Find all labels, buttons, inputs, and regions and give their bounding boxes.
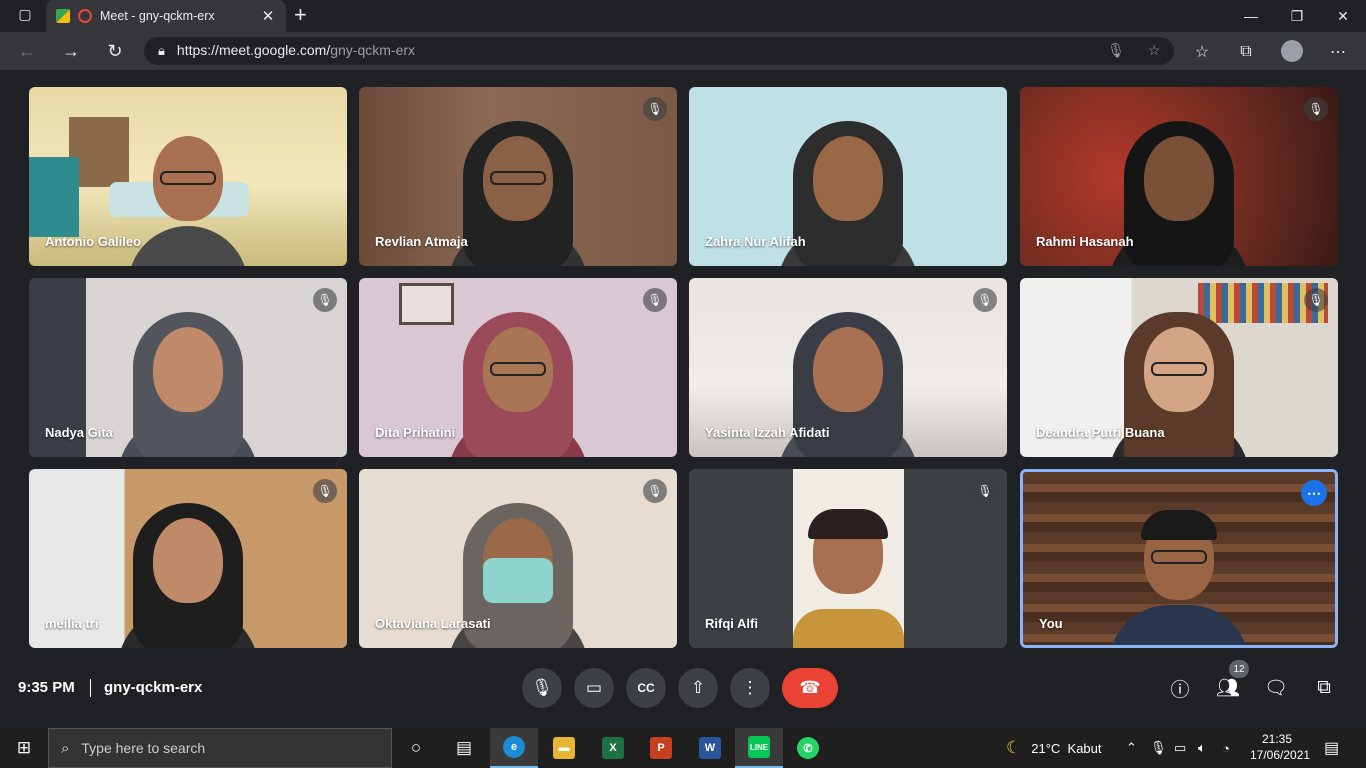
participant-tile[interactable]: 🎙︎ meilia tri: [29, 469, 347, 648]
windows-start-icon[interactable]: ⊞: [0, 728, 48, 768]
leave-call-icon[interactable]: ☎︎: [782, 668, 838, 708]
minimize-icon[interactable]: —: [1228, 0, 1274, 32]
participant-name: Revlian Atmaja: [375, 234, 468, 249]
microphone-icon[interactable]: 🎙︎: [1106, 42, 1126, 62]
captions-icon[interactable]: CC: [626, 668, 666, 708]
restore-icon[interactable]: ❐: [1274, 0, 1320, 32]
participant-name: Oktaviana Larasati: [375, 616, 491, 631]
new-tab-icon[interactable]: +: [294, 3, 307, 27]
present-screen-icon[interactable]: ⇧: [678, 668, 718, 708]
collections-icon[interactable]: ⧉: [1234, 40, 1258, 64]
settings-more-icon[interactable]: ⋯: [1326, 40, 1350, 64]
people-icon[interactable]: 👥︎: [1214, 674, 1242, 702]
participant-name: Rahmi Hasanah: [1036, 234, 1134, 249]
favorites-icon[interactable]: ☆: [1190, 40, 1214, 64]
participant-name: Deandra Putri Buana: [1036, 425, 1165, 440]
participant-tile[interactable]: Antonio Galileo: [29, 87, 347, 266]
browser-tab-bar: ▢ Meet - gny-qckm-erx ✕ + — ❐ ✕: [0, 0, 1366, 32]
participant-name: You: [1039, 616, 1063, 631]
participant-name: Dita Prihatini: [375, 425, 456, 440]
camera-toggle-icon[interactable]: ▭: [574, 668, 614, 708]
participant-tile[interactable]: 🎙︎ Rifqi Alfi: [689, 469, 1007, 648]
word-icon[interactable]: W: [686, 728, 734, 768]
participant-tile[interactable]: 🎙︎ Revlian Atmaja: [359, 87, 677, 266]
add-favorite-icon[interactable]: ☆: [1144, 42, 1164, 62]
back-icon[interactable]: ←: [14, 38, 40, 64]
tab-title: Meet - gny-qckm-erx: [100, 9, 215, 23]
file-explorer-icon[interactable]: ▬: [540, 728, 588, 768]
notifications-icon[interactable]: ▤: [1324, 728, 1339, 768]
muted-mic-icon: 🎙︎: [643, 288, 667, 312]
whatsapp-icon[interactable]: ✆: [784, 728, 832, 768]
more-options-icon[interactable]: ⋯: [1301, 480, 1327, 506]
recording-icon: [78, 9, 92, 23]
clock-time: 21:35: [1261, 732, 1293, 746]
muted-mic-icon: 🎙︎: [313, 288, 337, 312]
task-view-icon[interactable]: ▤: [440, 728, 488, 768]
edge-app-icon[interactable]: e: [490, 728, 538, 768]
close-window-icon[interactable]: ✕: [1320, 0, 1366, 32]
profile-avatar[interactable]: [1281, 40, 1303, 62]
chevron-up-icon[interactable]: ⌃: [1126, 728, 1137, 768]
volume-icon[interactable]: 🔈︎: [1198, 728, 1206, 768]
microphone-tray-icon[interactable]: 🎙︎: [1150, 728, 1167, 768]
participant-name: Rifqi Alfi: [705, 616, 758, 631]
line-app-icon[interactable]: LINE: [735, 728, 783, 768]
weather-text: 21°C Kabut: [1031, 740, 1102, 756]
chat-icon[interactable]: 🗨︎: [1262, 674, 1290, 702]
muted-mic-icon: 🎙︎: [973, 479, 997, 503]
participant-name: Antonio Galileo: [45, 234, 142, 249]
system-clock[interactable]: 21:35 17/06/2021: [1250, 731, 1311, 763]
meeting-controls-bar: 9:35 PM gny-qckm-erx 🎙︎ ▭ CC ⇧ ⋮ ☎︎ ⓘ 👥︎…: [0, 660, 1366, 728]
muted-mic-icon: 🎙︎: [643, 479, 667, 503]
self-tile[interactable]: ⋯ You: [1020, 469, 1338, 648]
windows-taskbar: ⊞ ⌕ Type here to search ○ ▤ e ▬ X P W LI…: [0, 728, 1366, 768]
search-icon: ⌕: [61, 739, 70, 757]
microphone-toggle-icon[interactable]: 🎙︎: [522, 668, 562, 708]
meeting-code: gny-qckm-erx: [104, 679, 203, 696]
participant-tile[interactable]: 🎙︎ Rahmi Hasanah: [1020, 87, 1338, 266]
muted-mic-icon: 🎙︎: [973, 288, 997, 312]
meeting-clock: 9:35 PM: [18, 679, 75, 696]
muted-mic-icon: 🎙︎: [643, 97, 667, 121]
lock-icon: 🔒︎: [158, 43, 165, 58]
excel-icon[interactable]: X: [589, 728, 637, 768]
participant-tile[interactable]: 🎙︎ Nadya Gita: [29, 278, 347, 457]
participant-tile[interactable]: 🎙︎ Oktaviana Larasati: [359, 469, 677, 648]
close-tab-icon[interactable]: ✕: [260, 7, 276, 25]
forward-icon[interactable]: →: [58, 38, 84, 64]
muted-mic-icon: 🎙︎: [1304, 288, 1328, 312]
more-options-icon[interactable]: ⋮: [730, 668, 770, 708]
muted-mic-icon: 🎙︎: [1304, 97, 1328, 121]
participant-name: Nadya Gita: [45, 425, 113, 440]
tab-actions-icon[interactable]: ▢: [14, 6, 36, 26]
divider: [90, 679, 91, 697]
participant-tile[interactable]: 🎙︎ Yasinta Izzah Afidati: [689, 278, 1007, 457]
meeting-details-icon[interactable]: ⓘ: [1166, 674, 1194, 702]
participant-name: meilia tri: [45, 616, 99, 631]
activities-icon[interactable]: ⧉: [1310, 674, 1338, 702]
clock-date: 17/06/2021: [1250, 748, 1311, 762]
url-path: gny-qckm-erx: [330, 42, 416, 58]
url-bar[interactable]: 🔒︎ https://meet.google.com/gny-qckm-erx: [144, 37, 1174, 65]
meet-favicon-icon: [56, 9, 70, 23]
people-count-badge: 12: [1229, 660, 1249, 678]
taskbar-search[interactable]: ⌕ Type here to search: [48, 728, 392, 768]
muted-mic-icon: 🎙︎: [313, 479, 337, 503]
weather-widget[interactable]: ☾ 21°C Kabut: [1006, 728, 1102, 768]
battery-icon[interactable]: ▭: [1174, 728, 1186, 768]
search-placeholder: Type here to search: [81, 740, 206, 756]
browser-tab[interactable]: Meet - gny-qckm-erx ✕: [46, 0, 286, 32]
participant-tile[interactable]: 🎙︎ Deandra Putri Buana: [1020, 278, 1338, 457]
participant-tile[interactable]: Zahra Nur Alifah: [689, 87, 1007, 266]
moon-cloud-icon: ☾: [1006, 738, 1022, 757]
cortana-icon[interactable]: ○: [392, 728, 440, 768]
participant-tile[interactable]: 🎙︎ Dita Prihatini: [359, 278, 677, 457]
powerpoint-icon[interactable]: P: [637, 728, 685, 768]
url-host: https://meet.google.com/: [176, 42, 331, 58]
network-icon[interactable]: ◔: [1222, 728, 1230, 768]
refresh-icon[interactable]: ↻: [102, 38, 128, 64]
participant-name: Zahra Nur Alifah: [705, 234, 806, 249]
participant-name: Yasinta Izzah Afidati: [705, 425, 830, 440]
